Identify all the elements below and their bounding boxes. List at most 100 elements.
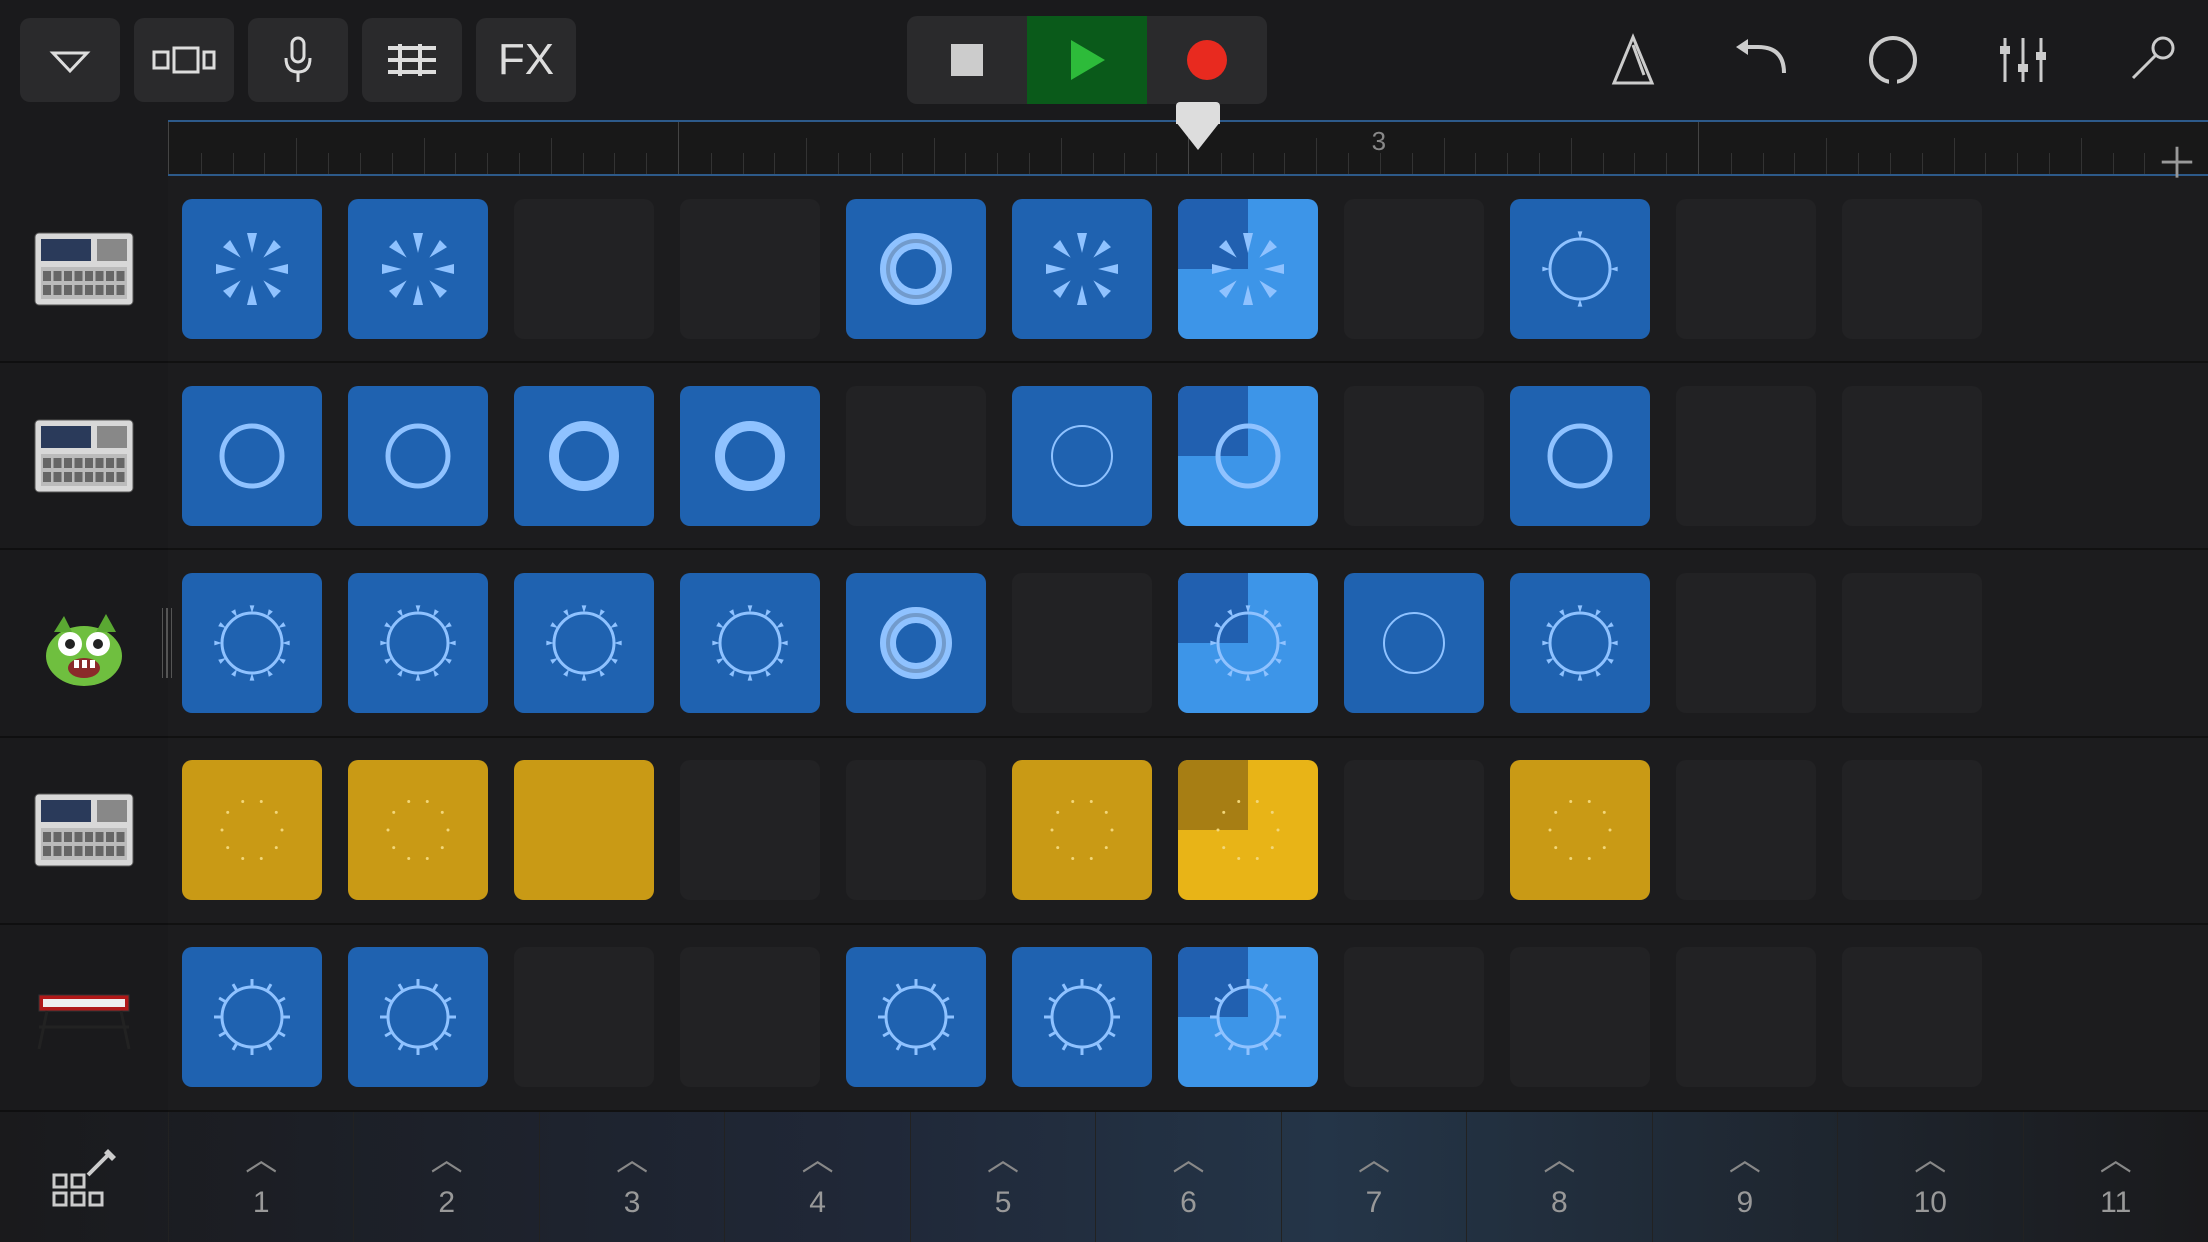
- loop-cell[interactable]: [514, 760, 654, 900]
- loop-cell[interactable]: [1012, 386, 1152, 526]
- empty-cell[interactable]: [1842, 199, 1982, 339]
- loop-button[interactable]: [1858, 25, 1928, 95]
- empty-cell[interactable]: [680, 760, 820, 900]
- toolbar: FX: [0, 0, 2208, 120]
- column-trigger[interactable]: ︿11: [2023, 1112, 2208, 1242]
- column-number: 5: [995, 1186, 1012, 1220]
- empty-cell[interactable]: [1012, 573, 1152, 713]
- timeline-ruler[interactable]: 3 ＋: [168, 120, 2208, 176]
- loop-cell[interactable]: [1012, 760, 1152, 900]
- loop-cell[interactable]: [1344, 573, 1484, 713]
- column-trigger[interactable]: ︿5: [910, 1112, 1095, 1242]
- tracks-view-button[interactable]: [134, 18, 234, 102]
- track-header[interactable]: [0, 550, 168, 737]
- loop-cell[interactable]: [514, 573, 654, 713]
- column-trigger[interactable]: ︿3: [539, 1112, 724, 1242]
- track-header[interactable]: [0, 363, 168, 550]
- empty-cell[interactable]: [1842, 947, 1982, 1087]
- loop-cell[interactable]: [1012, 947, 1152, 1087]
- loop-cell[interactable]: [1510, 386, 1650, 526]
- column-number: 10: [1914, 1186, 1947, 1220]
- empty-cell[interactable]: [1344, 760, 1484, 900]
- loop-waveform-icon: [1037, 411, 1127, 501]
- empty-cell[interactable]: [680, 947, 820, 1087]
- empty-cell[interactable]: [1676, 199, 1816, 339]
- column-trigger[interactable]: ︿1: [168, 1112, 353, 1242]
- loop-cell[interactable]: [348, 386, 488, 526]
- empty-cell[interactable]: [1842, 573, 1982, 713]
- empty-cell[interactable]: [514, 199, 654, 339]
- loop-cell[interactable]: [182, 199, 322, 339]
- loop-cell[interactable]: [846, 199, 986, 339]
- column-trigger[interactable]: ︿9: [1652, 1112, 1837, 1242]
- empty-cell[interactable]: [514, 947, 654, 1087]
- undo-button[interactable]: [1728, 25, 1798, 95]
- loop-cell[interactable]: [680, 573, 820, 713]
- loop-cell[interactable]: [348, 760, 488, 900]
- empty-cell[interactable]: [1676, 947, 1816, 1087]
- track-header[interactable]: [0, 738, 168, 925]
- empty-cell[interactable]: [1344, 199, 1484, 339]
- loop-cell[interactable]: [348, 573, 488, 713]
- resize-handle-icon[interactable]: [162, 608, 172, 678]
- track-header[interactable]: [0, 176, 168, 363]
- mixer-button[interactable]: [1988, 25, 2058, 95]
- empty-cell[interactable]: [1344, 947, 1484, 1087]
- loop-cell[interactable]: [1510, 573, 1650, 713]
- column-trigger[interactable]: ︿6: [1095, 1112, 1280, 1242]
- loop-cell[interactable]: [1178, 199, 1318, 339]
- loop-cell[interactable]: [680, 386, 820, 526]
- loop-waveform-icon: [539, 411, 629, 501]
- chevron-up-icon: ︿: [1543, 1134, 1575, 1180]
- loop-cell[interactable]: [348, 199, 488, 339]
- drummachine-icon: [29, 785, 139, 875]
- empty-cell[interactable]: [1676, 573, 1816, 713]
- loop-cell[interactable]: [1178, 386, 1318, 526]
- empty-cell[interactable]: [846, 760, 986, 900]
- stop-button[interactable]: [907, 16, 1027, 104]
- loop-cell[interactable]: [514, 386, 654, 526]
- fx-button[interactable]: FX: [476, 18, 576, 102]
- empty-cell[interactable]: [680, 199, 820, 339]
- playhead-icon[interactable]: [1176, 122, 1220, 150]
- empty-cell[interactable]: [1510, 947, 1650, 1087]
- column-trigger[interactable]: ︿8: [1466, 1112, 1651, 1242]
- chevron-up-icon: ︿: [802, 1134, 834, 1180]
- track-header[interactable]: [0, 925, 168, 1112]
- loop-cell[interactable]: [1510, 199, 1650, 339]
- loop-waveform-icon: [1535, 224, 1625, 314]
- loop-cell[interactable]: [1178, 947, 1318, 1087]
- empty-cell[interactable]: [1344, 386, 1484, 526]
- mic-button[interactable]: [248, 18, 348, 102]
- loop-cell[interactable]: [348, 947, 488, 1087]
- grid-view-button[interactable]: [362, 18, 462, 102]
- loop-cell[interactable]: [1178, 760, 1318, 900]
- empty-cell[interactable]: [1842, 386, 1982, 526]
- browser-button[interactable]: [20, 18, 120, 102]
- loop-cell[interactable]: [182, 947, 322, 1087]
- edit-grid-button[interactable]: [0, 1112, 168, 1242]
- loop-cell[interactable]: [846, 573, 986, 713]
- empty-cell[interactable]: [1676, 760, 1816, 900]
- chevron-up-icon: ︿: [987, 1134, 1019, 1180]
- loop-cell[interactable]: [182, 760, 322, 900]
- metronome-icon[interactable]: [1598, 25, 1668, 95]
- grid-row: [168, 925, 2208, 1112]
- record-button[interactable]: [1147, 16, 1267, 104]
- empty-cell[interactable]: [1676, 386, 1816, 526]
- loop-cell[interactable]: [182, 386, 322, 526]
- settings-button[interactable]: [2118, 25, 2188, 95]
- loop-cell[interactable]: [1510, 760, 1650, 900]
- empty-cell[interactable]: [1842, 760, 1982, 900]
- add-column-button[interactable]: ＋: [2156, 130, 2198, 191]
- column-trigger[interactable]: ︿10: [1837, 1112, 2022, 1242]
- empty-cell[interactable]: [846, 386, 986, 526]
- loop-cell[interactable]: [1178, 573, 1318, 713]
- loop-cell[interactable]: [846, 947, 986, 1087]
- column-trigger[interactable]: ︿4: [724, 1112, 909, 1242]
- column-trigger[interactable]: ︿7: [1281, 1112, 1466, 1242]
- play-button[interactable]: [1027, 16, 1147, 104]
- loop-cell[interactable]: [182, 573, 322, 713]
- column-trigger[interactable]: ︿2: [353, 1112, 538, 1242]
- loop-cell[interactable]: [1012, 199, 1152, 339]
